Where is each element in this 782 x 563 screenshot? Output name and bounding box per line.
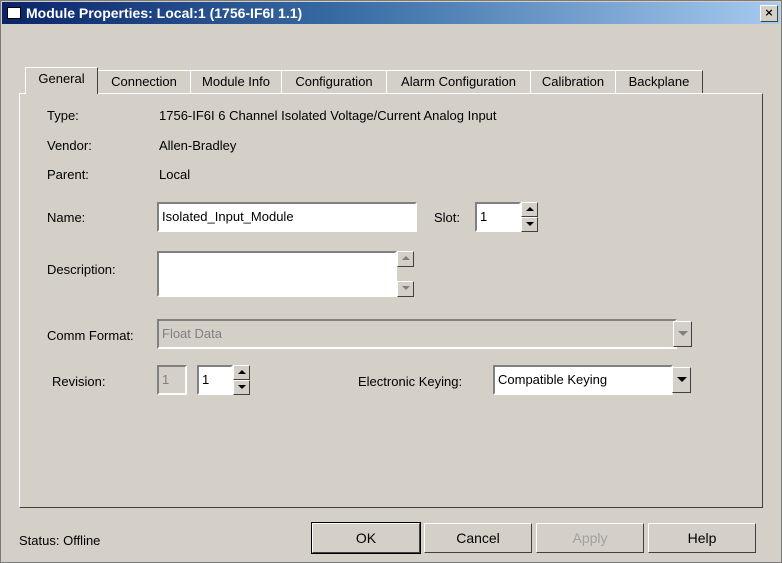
status-text: Status: Offline: [19, 533, 101, 548]
revision-major-field: 1: [157, 365, 187, 395]
electronic-keying-label: Electronic Keying:: [358, 374, 463, 389]
slot-label: Slot:: [434, 210, 461, 225]
slot-down-button[interactable]: [521, 217, 538, 232]
revision-down-button[interactable]: [233, 380, 250, 395]
tab-backplane[interactable]: Backplane: [615, 70, 703, 93]
arrow-up-icon: [402, 256, 410, 260]
name-field[interactable]: Isolated_Input_Module: [157, 202, 417, 232]
help-button[interactable]: Help: [648, 523, 756, 553]
description-field[interactable]: [157, 251, 397, 297]
slot-up-button[interactable]: [521, 202, 538, 217]
arrow-down-icon: [238, 385, 246, 389]
parent-label: Parent:: [47, 167, 89, 182]
general-panel: [19, 93, 763, 508]
arrow-up-icon: [238, 370, 246, 374]
ok-button[interactable]: OK: [311, 522, 421, 554]
apply-button[interactable]: Apply: [536, 523, 644, 553]
tab-general[interactable]: General: [25, 67, 98, 94]
close-button[interactable]: ×: [760, 5, 778, 22]
vendor-label: Vendor:: [47, 138, 92, 153]
arrow-down-icon: [402, 286, 410, 290]
comm-format-dropdown-button[interactable]: [673, 321, 692, 347]
window-title: Module Properties: Local:1 (1756-IF6I 1.…: [26, 5, 303, 21]
chevron-down-icon: [678, 331, 688, 336]
parent-value: Local: [159, 167, 191, 182]
scroll-down-button[interactable]: [397, 281, 414, 297]
revision-stepper[interactable]: [233, 365, 250, 395]
description-label: Description:: [47, 262, 116, 277]
chevron-down-icon: [677, 377, 687, 382]
type-label: Type:: [47, 108, 79, 123]
electronic-keying-dropdown-button[interactable]: [672, 367, 691, 393]
type-value: 1756-IF6I 6 Channel Isolated Voltage/Cur…: [159, 108, 497, 123]
revision-minor-field[interactable]: 1: [197, 365, 233, 395]
slot-stepper[interactable]: [521, 202, 538, 232]
scroll-up-button[interactable]: [397, 251, 414, 267]
tab-calibration[interactable]: Calibration: [530, 70, 616, 93]
description-scrollbar[interactable]: [397, 251, 414, 297]
arrow-up-icon: [526, 207, 534, 211]
title-bar: Module Properties: Local:1 (1756-IF6I 1.…: [2, 2, 780, 24]
comm-format-select[interactable]: Float Data: [157, 319, 677, 349]
slot-field[interactable]: 1: [475, 202, 521, 232]
revision-up-button[interactable]: [233, 365, 250, 380]
name-label: Name:: [47, 210, 86, 225]
revision-label: Revision:: [52, 374, 106, 389]
tab-module-info[interactable]: Module Info: [190, 70, 282, 93]
electronic-keying-select[interactable]: Compatible Keying: [493, 365, 673, 395]
tab-connection[interactable]: Connection: [97, 70, 191, 93]
cancel-button[interactable]: Cancel: [424, 523, 532, 553]
tab-alarm-configuration[interactable]: Alarm Configuration: [386, 70, 531, 93]
arrow-down-icon: [526, 222, 534, 226]
comm-format-label: Comm Format:: [47, 328, 134, 343]
vendor-value: Allen-Bradley: [159, 138, 237, 153]
window-icon: [7, 7, 21, 19]
tab-configuration[interactable]: Configuration: [281, 70, 387, 93]
module-properties-dialog: Module Properties: Local:1 (1756-IF6I 1.…: [0, 0, 782, 563]
